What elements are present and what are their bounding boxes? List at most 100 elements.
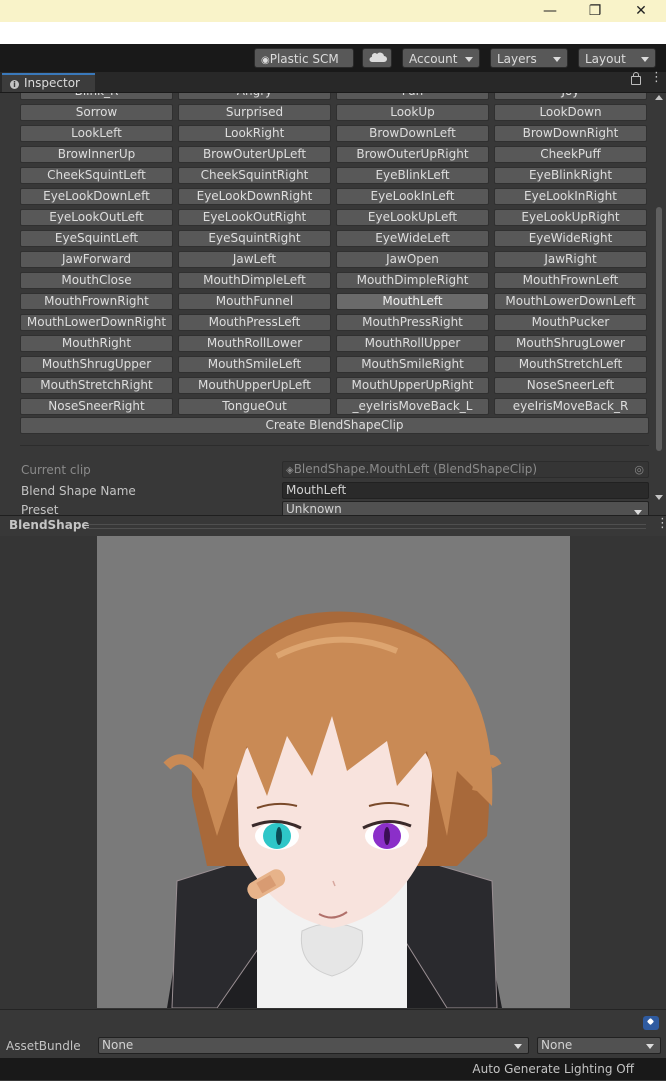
- blendshape-button[interactable]: MouthSmileLeft: [178, 356, 331, 373]
- blendshape-button[interactable]: LookLeft: [20, 125, 173, 142]
- blendshape-button[interactable]: BrowDownRight: [494, 125, 647, 142]
- account-label: Account: [409, 52, 458, 66]
- blendshape-button[interactable]: MouthPressRight: [336, 314, 489, 331]
- blendshape-button[interactable]: MouthStretchRight: [20, 377, 173, 394]
- layers-label: Layers: [497, 52, 537, 66]
- blendshape-button[interactable]: Joy: [494, 93, 647, 100]
- layout-dropdown[interactable]: Layout: [578, 48, 656, 68]
- blendshape-button[interactable]: MouthDimpleLeft: [178, 272, 331, 289]
- blendshape-button[interactable]: JawForward: [20, 251, 173, 268]
- blendshape-button[interactable]: CheekSquintRight: [178, 167, 331, 184]
- blendshape-button[interactable]: BrowOuterUpRight: [336, 146, 489, 163]
- more-options-icon[interactable]: ⋮: [650, 71, 663, 84]
- blendshape-button[interactable]: MouthPressLeft: [178, 314, 331, 331]
- plastic-scm-label: Plastic SCM: [269, 52, 339, 66]
- blendshape-button[interactable]: EyeWideRight: [494, 230, 647, 247]
- blendshape-button[interactable]: NoseSneerRight: [20, 398, 173, 415]
- blendshape-button[interactable]: BrowDownLeft: [336, 125, 489, 142]
- blendshape-button[interactable]: EyeLookOutLeft: [20, 209, 173, 226]
- blendshape-button[interactable]: MouthSmileRight: [336, 356, 489, 373]
- blendshape-button[interactable]: eyeIrisMoveBack_R: [494, 398, 647, 415]
- blendshape-button[interactable]: MouthDimpleRight: [336, 272, 489, 289]
- blendshape-button[interactable]: CheekPuff: [494, 146, 647, 163]
- blendshape-button[interactable]: MouthShrugUpper: [20, 356, 173, 373]
- blendshape-button[interactable]: EyeLookInRight: [494, 188, 647, 205]
- blendshape-button[interactable]: MouthUpperUpRight: [336, 377, 489, 394]
- asset-bundle-variant-dropdown[interactable]: None: [537, 1037, 661, 1054]
- blendshape-button[interactable]: EyeLookDownLeft: [20, 188, 173, 205]
- blendshape-button[interactable]: EyeLookInLeft: [336, 188, 489, 205]
- blendshape-button[interactable]: BrowOuterUpLeft: [178, 146, 331, 163]
- chevron-down-icon: [553, 57, 561, 62]
- close-icon[interactable]: ✕: [618, 0, 664, 22]
- cloud-button[interactable]: [362, 48, 392, 68]
- blend-shape-name-input[interactable]: MouthLeft: [282, 482, 649, 499]
- current-clip-field[interactable]: ◈BlendShape.MouthLeft (BlendShapeClip) ◎: [282, 461, 649, 478]
- blendshape-button[interactable]: MouthClose: [20, 272, 173, 289]
- avatar-preview-viewport[interactable]: [97, 536, 570, 1008]
- blendshape-button[interactable]: MouthLowerDownRight: [20, 314, 173, 331]
- blendshape-button[interactable]: EyeWideLeft: [336, 230, 489, 247]
- scroll-up-icon[interactable]: [655, 95, 663, 100]
- plastic-scm-icon: ◉: [261, 55, 270, 66]
- auto-lighting-status[interactable]: Auto Generate Lighting Off: [472, 1062, 634, 1076]
- inspector-tab-bar: i Inspector: [0, 72, 666, 93]
- drag-handle[interactable]: [86, 524, 646, 529]
- more-options-icon[interactable]: ⋮: [656, 517, 666, 530]
- blendshape-button[interactable]: EyeBlinkLeft: [336, 167, 489, 184]
- restore-icon[interactable]: ❐: [572, 0, 618, 22]
- blendshape-button[interactable]: MouthFunnel: [178, 293, 331, 310]
- blendshape-button[interactable]: EyeSquintLeft: [20, 230, 173, 247]
- blendshape-button[interactable]: LookRight: [178, 125, 331, 142]
- blendshape-button[interactable]: MouthShrugLower: [494, 335, 647, 352]
- blendshape-button[interactable]: MouthLowerDownLeft: [494, 293, 647, 310]
- blendshape-button[interactable]: MouthStretchLeft: [494, 356, 647, 373]
- object-picker-icon[interactable]: ◎: [634, 462, 644, 477]
- label-tag-icon[interactable]: [643, 1016, 659, 1030]
- blendshape-button[interactable]: LookUp: [336, 104, 489, 121]
- blendshape-button[interactable]: EyeSquintRight: [178, 230, 331, 247]
- blendshape-button[interactable]: EyeBlinkRight: [494, 167, 647, 184]
- scroll-down-icon[interactable]: [655, 495, 663, 500]
- blendshape-button[interactable]: Surprised: [178, 104, 331, 121]
- blendshape-button[interactable]: MouthUpperUpLeft: [178, 377, 331, 394]
- plastic-scm-button[interactable]: ◉Plastic SCM: [254, 48, 354, 68]
- tab-inspector-label: Inspector: [24, 76, 80, 90]
- blendshape-button[interactable]: JawLeft: [178, 251, 331, 268]
- blendshape-button[interactable]: MouthRollUpper: [336, 335, 489, 352]
- blendshape-button[interactable]: Blink_R: [20, 93, 173, 100]
- blendshape-preview-header[interactable]: BlendShape ⋮: [0, 515, 666, 537]
- blendshape-button[interactable]: BrowInnerUp: [20, 146, 173, 163]
- blendshape-button[interactable]: EyeLookUpRight: [494, 209, 647, 226]
- blendshape-button[interactable]: _eyeIrisMoveBack_L: [336, 398, 489, 415]
- blendshape-button[interactable]: MouthLeft: [336, 293, 489, 310]
- blendshape-button[interactable]: NoseSneerLeft: [494, 377, 647, 394]
- tab-inspector[interactable]: i Inspector: [2, 73, 95, 92]
- blendshape-button[interactable]: MouthRight: [20, 335, 173, 352]
- blendshape-button[interactable]: JawRight: [494, 251, 647, 268]
- blendshape-button[interactable]: JawOpen: [336, 251, 489, 268]
- current-clip-value: BlendShape.MouthLeft (BlendShapeClip): [293, 462, 538, 476]
- account-dropdown[interactable]: Account: [402, 48, 480, 68]
- blendshape-button[interactable]: EyeLookOutRight: [178, 209, 331, 226]
- blendshape-button[interactable]: MouthRollLower: [178, 335, 331, 352]
- blendshape-button[interactable]: EyeLookUpLeft: [336, 209, 489, 226]
- blendshape-button[interactable]: MouthPucker: [494, 314, 647, 331]
- scrollbar-thumb[interactable]: [656, 207, 662, 451]
- blendshape-button[interactable]: Angry: [178, 93, 331, 100]
- blendshape-button[interactable]: Sorrow: [20, 104, 173, 121]
- blendshape-button[interactable]: LookDown: [494, 104, 647, 121]
- lock-icon[interactable]: [631, 72, 641, 85]
- layers-dropdown[interactable]: Layers: [490, 48, 568, 68]
- blendshape-button[interactable]: MouthFrownLeft: [494, 272, 647, 289]
- preset-dropdown[interactable]: Unknown: [282, 501, 649, 515]
- blendshape-button[interactable]: CheekSquintLeft: [20, 167, 173, 184]
- blendshape-button[interactable]: EyeLookDownRight: [178, 188, 331, 205]
- blendshape-button[interactable]: TongueOut: [178, 398, 331, 415]
- blendshape-button[interactable]: Fun: [336, 93, 489, 100]
- inspector-scrollbar[interactable]: [655, 95, 663, 503]
- create-blendshape-clip-button[interactable]: Create BlendShapeClip: [20, 417, 649, 434]
- asset-bundle-name-dropdown[interactable]: None: [98, 1037, 529, 1054]
- minimize-icon[interactable]: —: [527, 0, 573, 22]
- blendshape-button[interactable]: MouthFrownRight: [20, 293, 173, 310]
